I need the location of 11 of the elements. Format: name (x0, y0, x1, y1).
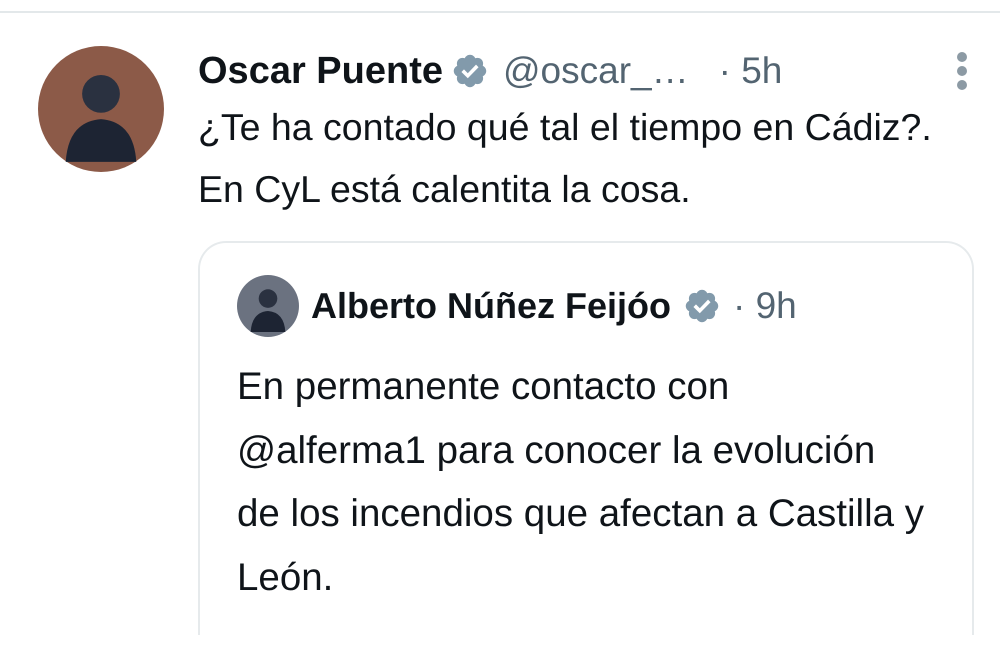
more-options-icon[interactable] (956, 51, 968, 91)
timestamp[interactable]: · 9h (733, 285, 797, 327)
avatar-icon[interactable] (38, 46, 164, 172)
tweet-text: ¿Te ha contado qué tal el tiempo en Cádiz?. En CyL está calentita la cosa. (198, 105, 933, 212)
timestamp[interactable]: · 5h (718, 50, 782, 92)
avatar-icon[interactable] (237, 275, 299, 337)
author-name[interactable]: Oscar Puente (198, 50, 443, 92)
author-name[interactable]: Alberto Núñez Feijóo (311, 285, 671, 327)
tweet-text: En permanente contacto con @alferma1 para conocer la evolución de los incendios que afectan a Castilla y León. (237, 364, 926, 600)
author-handle[interactable]: @oscar_… (503, 50, 689, 92)
quoted-tweet-card[interactable]: Alberto Núñez Feijóo · 9h En permanente contacto con @alferma1 para conocer la evolución de los incendios que afectan a Castilla y León. (198, 241, 974, 635)
